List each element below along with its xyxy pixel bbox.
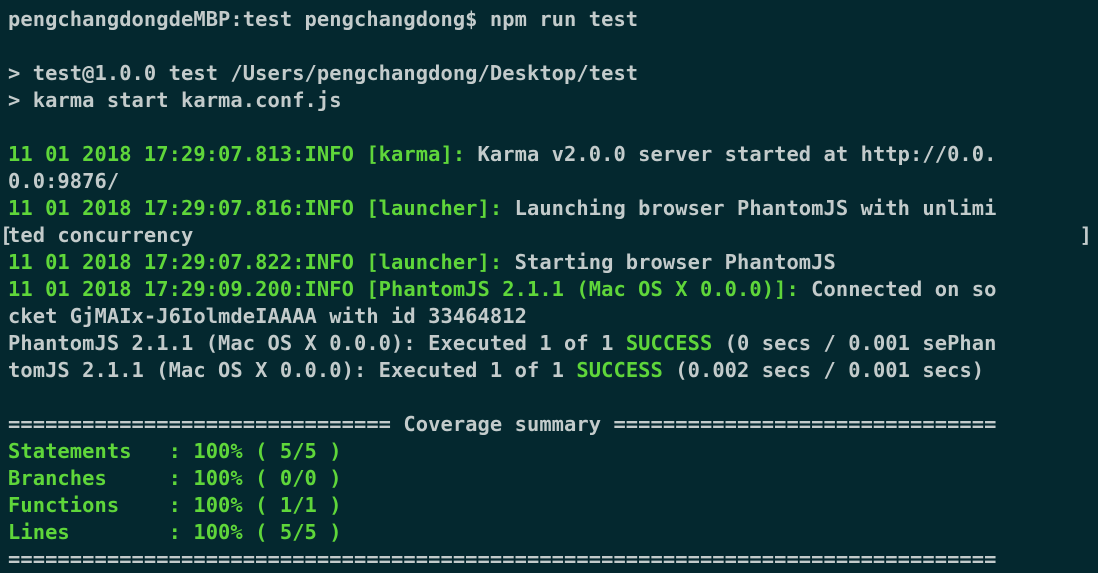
terminal-line: > test@1.0.0 test /Users/pengchangdong/D… — [8, 60, 1098, 87]
terminal-line: ========================================… — [8, 546, 1098, 573]
highlighted-output-text: SUCCESS — [576, 358, 663, 382]
terminal-line: tomJS 2.1.1 (Mac OS X 0.0.0): Executed 1… — [8, 357, 1098, 384]
output-text: Karma v2.0.0 server started at http://0.… — [465, 142, 997, 166]
terminal-line: 11 01 2018 17:29:09.200:INFO [PhantomJS … — [8, 276, 1098, 303]
output-text: PhantomJS 2.1.1 (Mac OS X 0.0.0): Execut… — [8, 331, 626, 355]
highlighted-output-text: 11 01 2018 17:29:07.813:INFO [karma]: — [8, 142, 466, 166]
output-text: =============================== Coverage… — [8, 412, 997, 436]
output-text: Connected on so — [798, 277, 997, 301]
highlighted-output-text: 11 01 2018 17:29:07.816:INFO [launcher]: — [8, 196, 503, 220]
terminal-line: 11 01 2018 17:29:07.816:INFO [launcher]:… — [8, 195, 1098, 222]
output-text: > test@1.0.0 test /Users/pengchangdong/D… — [8, 61, 639, 85]
terminal-line: =============================== Coverage… — [8, 411, 1098, 438]
wrap-marker-left: [ — [0, 223, 13, 247]
output-text: Launching browser PhantomJS with unlimi — [502, 196, 997, 220]
terminal-line: PhantomJS 2.1.1 (Mac OS X 0.0.0): Execut… — [8, 330, 1098, 357]
terminal-line: Functions : 100% ( 1/1 ) — [8, 492, 1098, 519]
terminal-line: Statements : 100% ( 5/5 ) — [8, 438, 1098, 465]
terminal-line: cket GjMAIx-J6IolmdeIAAAA with id 334648… — [8, 303, 1098, 330]
terminal-line: 11 01 2018 17:29:07.813:INFO [karma]: Ka… — [8, 141, 1098, 168]
output-text: cket GjMAIx-J6IolmdeIAAAA with id 334648… — [8, 304, 527, 328]
highlighted-output-text: Branches : 100% ( 0/0 ) — [8, 466, 342, 490]
highlighted-output-text: Lines : 100% ( 5/5 ) — [8, 520, 342, 544]
terminal-window[interactable]: pengchangdongdeMBP:test pengchangdong$ n… — [0, 0, 1098, 573]
output-text: 0.0:9876/ — [8, 169, 120, 193]
highlighted-output-text: SUCCESS — [625, 331, 713, 355]
wrap-marker-right: ] — [1079, 223, 1092, 247]
terminal-line: 0.0:9876/ — [8, 168, 1098, 195]
terminal-line: > karma start karma.conf.js — [8, 87, 1098, 114]
output-text: ted concurrency — [8, 223, 194, 247]
output-text: ========================================… — [8, 547, 997, 571]
terminal-line: 11 01 2018 17:29:07.822:INFO [launcher]:… — [8, 249, 1098, 276]
highlighted-output-text: Functions : 100% ( 1/1 ) — [8, 493, 342, 517]
terminal-line: Lines : 100% ( 5/5 ) — [8, 519, 1098, 546]
terminal-line: Branches : 100% ( 0/0 ) — [8, 465, 1098, 492]
output-text: (0 secs / 0.001 sePhan — [712, 331, 997, 355]
output-text: Starting browser PhantomJS — [502, 250, 836, 274]
highlighted-output-text: 11 01 2018 17:29:09.200:INFO [PhantomJS … — [8, 277, 799, 301]
terminal-line: pengchangdongdeMBP:test pengchangdong$ n… — [8, 6, 1098, 33]
terminal-line: ted concurrency[] — [0, 222, 1098, 249]
output-text: > karma start karma.conf.js — [8, 88, 342, 112]
highlighted-output-text: 11 01 2018 17:29:07.822:INFO [launcher]: — [8, 250, 503, 274]
output-text: (0.002 secs / 0.001 secs) — [662, 358, 985, 382]
output-text: pengchangdongdeMBP:test pengchangdong$ n… — [8, 7, 639, 31]
highlighted-output-text: Statements : 100% ( 5/5 ) — [8, 439, 342, 463]
output-text: tomJS 2.1.1 (Mac OS X 0.0.0): Executed 1… — [8, 358, 577, 382]
